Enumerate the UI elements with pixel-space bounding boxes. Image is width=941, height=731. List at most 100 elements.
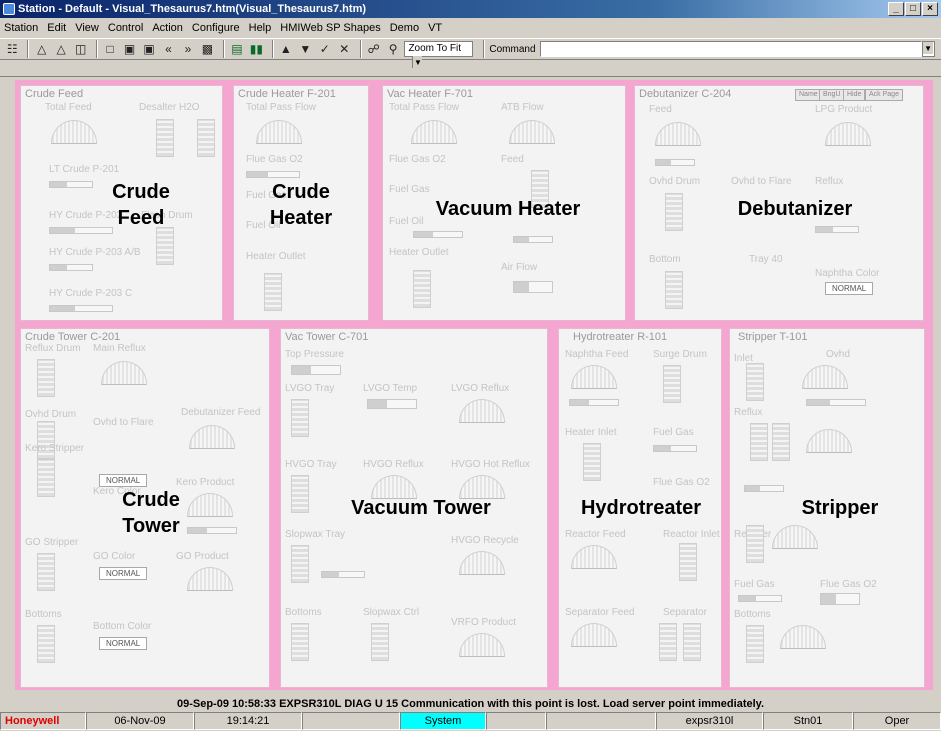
reboiler-tank[interactable]	[746, 525, 764, 563]
desalter-tank[interactable]	[197, 119, 215, 157]
level-bar[interactable]	[49, 264, 93, 271]
bottoms-tank[interactable]	[291, 623, 309, 661]
bottom-tank[interactable]	[665, 271, 683, 309]
gauge[interactable]	[256, 120, 302, 144]
acknowledge-icon[interactable]: ✓	[317, 40, 333, 58]
panel-crude-heater[interactable]: Crude Heater F-201 Total Pass Flow Flue …	[233, 85, 369, 321]
top-pressure-indicator[interactable]	[291, 365, 341, 375]
select-icon[interactable]: ☍	[366, 40, 382, 58]
bottoms-tank[interactable]	[37, 625, 55, 663]
close-button[interactable]: ×	[922, 2, 938, 16]
zoom-icon[interactable]: ⚲	[385, 40, 401, 58]
heater-inlet-tank[interactable]	[583, 443, 601, 481]
reflux-tank[interactable]	[772, 423, 790, 461]
gauge[interactable]	[459, 633, 505, 657]
level-bar[interactable]	[513, 236, 553, 243]
bottoms-tank[interactable]	[746, 625, 764, 663]
menu-control[interactable]: Control	[108, 22, 143, 34]
reflux-tank[interactable]	[750, 423, 768, 461]
previous-page-icon[interactable]: ▣	[121, 40, 137, 58]
panel-hydrotreater[interactable]: Hydrotreater R-101 Naphtha Feed Surge Dr…	[558, 328, 722, 688]
silence-icon[interactable]: ✕	[336, 40, 352, 58]
gauge[interactable]	[459, 399, 505, 423]
panel-debutanizer[interactable]: Debutanizer C-204 Name BngU Hide Ack Pag…	[634, 85, 924, 321]
slopwax-tray-tank[interactable]	[291, 545, 309, 583]
menu-view[interactable]: View	[75, 22, 99, 34]
gauge[interactable]	[825, 122, 871, 146]
level-bar[interactable]	[49, 305, 113, 312]
gauge[interactable]	[571, 545, 617, 569]
gauge[interactable]	[459, 551, 505, 575]
group-icon[interactable]: ▮▮	[248, 40, 264, 58]
next-page-icon[interactable]: ▣	[141, 40, 157, 58]
separator-tank[interactable]	[659, 623, 677, 661]
level-bar[interactable]	[738, 595, 782, 602]
menu-demo[interactable]: Demo	[390, 22, 419, 34]
ovhd-drum-tank[interactable]	[665, 193, 683, 231]
alarm-line[interactable]: 09-Sep-09 10:58:33 EXPSR310L DIAG U 15 C…	[0, 697, 941, 711]
name-button[interactable]: Name	[795, 89, 822, 101]
event-icon[interactable]: △	[53, 40, 69, 58]
chevron-down-icon[interactable]: ▼	[923, 42, 934, 54]
panel-vac-heater[interactable]: Vac Heater F-701 Total Pass Flow ATB Flo…	[382, 85, 626, 321]
trend-icon[interactable]: ▤	[229, 40, 245, 58]
separator-tank[interactable]	[683, 623, 701, 661]
detail-icon[interactable]: ▩	[199, 40, 215, 58]
gauge[interactable]	[655, 122, 701, 146]
level-bar[interactable]	[321, 571, 365, 578]
hvgo-tray-tank[interactable]	[291, 475, 309, 513]
back-icon[interactable]: «	[160, 40, 176, 58]
forward-icon[interactable]: »	[180, 40, 196, 58]
gauge[interactable]	[571, 623, 617, 647]
gauge[interactable]	[187, 567, 233, 591]
reactor-inlet-tank[interactable]	[679, 543, 697, 581]
level-bar[interactable]	[744, 485, 784, 492]
panel-crude-tower[interactable]: Crude Tower C-201 Reflux Drum Main Reflu…	[20, 328, 270, 688]
level-bar[interactable]	[806, 399, 866, 406]
flash-drum-tank[interactable]	[156, 227, 174, 265]
air-flow-bar[interactable]	[513, 281, 553, 293]
level-bar[interactable]	[413, 231, 463, 238]
gauge[interactable]	[772, 525, 818, 549]
menu-action[interactable]: Action	[152, 22, 183, 34]
minimize-button[interactable]: _	[888, 2, 904, 16]
go-stripper-tank[interactable]	[37, 553, 55, 591]
gauge[interactable]	[509, 120, 555, 144]
panel-crude-feed[interactable]: Crude Feed Total Feed Desalter H2O LT Cr…	[20, 85, 223, 321]
gauge[interactable]	[101, 361, 147, 385]
reflux-drum-tank[interactable]	[37, 359, 55, 397]
raise-icon[interactable]: ▲	[278, 40, 294, 58]
level-bar[interactable]	[246, 171, 300, 178]
slopwax-ctrl-tank[interactable]	[371, 623, 389, 661]
ack-page-button[interactable]: Ack Page	[865, 89, 903, 101]
lvgo-temp-indicator[interactable]	[367, 399, 417, 409]
page-icon[interactable]: □	[102, 40, 118, 58]
system-status[interactable]: System	[400, 712, 486, 730]
surge-drum-tank[interactable]	[663, 365, 681, 403]
gauge[interactable]	[802, 365, 848, 389]
menu-help[interactable]: Help	[249, 22, 272, 34]
menu-configure[interactable]: Configure	[192, 22, 240, 34]
outlet-tank[interactable]	[413, 270, 431, 308]
network-icon[interactable]: ☷	[4, 40, 20, 58]
maximize-button[interactable]: □	[905, 2, 921, 16]
lvgo-tray-tank[interactable]	[291, 399, 309, 437]
bngu-button[interactable]: BngU	[819, 89, 845, 101]
gauge[interactable]	[780, 625, 826, 649]
kero-stripper-tank[interactable]	[37, 459, 55, 497]
gauge[interactable]	[51, 120, 97, 144]
gauge[interactable]	[571, 365, 617, 389]
level-bar[interactable]	[655, 159, 695, 166]
level-bar[interactable]	[815, 226, 859, 233]
inlet-tank[interactable]	[746, 363, 764, 401]
gauge[interactable]	[806, 429, 852, 453]
menu-hmiweb-sp-shapes[interactable]: HMIWeb SP Shapes	[280, 22, 380, 34]
alarm-summary-icon[interactable]: △	[33, 40, 49, 58]
lower-icon[interactable]: ▼	[297, 40, 313, 58]
level-bar[interactable]	[653, 445, 697, 452]
command-input[interactable]	[539, 41, 923, 57]
hide-button[interactable]: Hide	[843, 89, 866, 101]
message-icon[interactable]: ◫	[72, 40, 88, 58]
menu-vt[interactable]: VT	[428, 22, 442, 34]
outlet-tank[interactable]	[264, 273, 282, 311]
